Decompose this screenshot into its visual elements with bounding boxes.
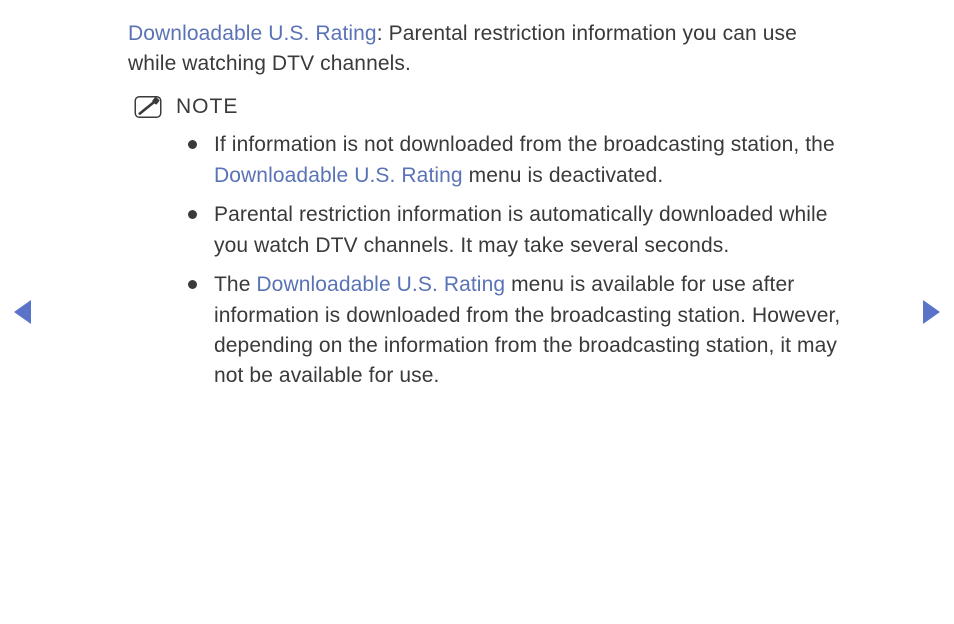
intro-title-link: Downloadable U.S. Rating — [128, 22, 377, 45]
bullet-text-post: menu is deactivated. — [463, 164, 664, 187]
bullet-text-link: Downloadable U.S. Rating — [214, 164, 463, 187]
intro-separator: : — [377, 22, 389, 45]
page: Downloadable U.S. Rating: Parental restr… — [0, 0, 954, 624]
list-item: Parental restriction information is auto… — [188, 200, 844, 261]
bullet-list: If information is not downloaded from th… — [188, 130, 844, 392]
note-row: NOTE — [134, 92, 844, 122]
content-block: Downloadable U.S. Rating: Parental restr… — [128, 19, 844, 401]
intro-paragraph: Downloadable U.S. Rating: Parental restr… — [128, 19, 844, 80]
list-item: If information is not downloaded from th… — [188, 130, 844, 191]
note-label: NOTE — [176, 92, 238, 122]
next-page-arrow-icon[interactable] — [923, 300, 940, 324]
bullet-text-pre: Parental restriction information is auto… — [214, 203, 828, 256]
prev-page-arrow-icon[interactable] — [14, 300, 31, 324]
list-item: The Downloadable U.S. Rating menu is ava… — [188, 270, 844, 392]
bullet-text-pre: The — [214, 273, 256, 296]
note-icon — [134, 95, 162, 119]
bullet-text-link: Downloadable U.S. Rating — [256, 273, 505, 296]
bullet-text-pre: If information is not downloaded from th… — [214, 133, 835, 156]
